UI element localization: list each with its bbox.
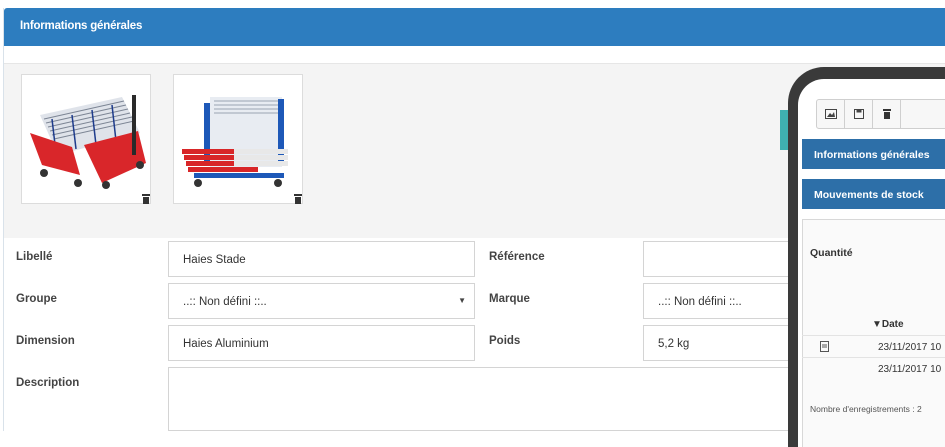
tablet-section-stock[interactable]: Mouvements de stock xyxy=(802,179,945,209)
table-row[interactable]: 23/11/2017 10 xyxy=(802,335,945,357)
groupe-label: Groupe xyxy=(16,293,57,305)
poids-field[interactable]: 5,2 kg xyxy=(643,325,803,361)
description-textarea[interactable] xyxy=(168,367,803,431)
description-label: Description xyxy=(16,377,80,389)
save-button[interactable] xyxy=(845,100,873,128)
image-icon xyxy=(824,109,837,119)
product-image-1[interactable] xyxy=(21,74,151,204)
product-image-2[interactable] xyxy=(173,74,303,204)
tablet-overlay: Informations générales Mouvements de sto… xyxy=(788,67,945,447)
trash-icon xyxy=(882,109,891,119)
table-row[interactable]: 23/11/2017 10 xyxy=(802,357,945,379)
record-count: Nombre d'enregistrements : 2 xyxy=(810,404,922,414)
hurdle-cart-red-image xyxy=(30,95,146,189)
quantite-label: Quantité xyxy=(810,247,853,259)
poids-label: Poids xyxy=(489,335,521,347)
row-date: 23/11/2017 10 xyxy=(878,342,942,353)
libelle-label: Libellé xyxy=(16,251,53,263)
trash-icon[interactable] xyxy=(292,193,304,205)
tablet-toolbar xyxy=(816,99,945,129)
save-icon xyxy=(853,109,864,119)
groupe-select[interactable]: ..:: Non défini ::.. xyxy=(168,283,475,319)
marque-select[interactable]: ..:: Non défini ::.. xyxy=(643,283,803,319)
document-icon[interactable] xyxy=(820,341,829,355)
marque-label: Marque xyxy=(489,293,530,305)
tablet-screen: Informations générales Mouvements de sto… xyxy=(798,79,945,447)
row-date: 23/11/2017 10 xyxy=(878,364,942,375)
panel-header[interactable]: Informations générales xyxy=(4,8,945,46)
delete-button[interactable] xyxy=(873,100,901,128)
libelle-field[interactable]: Haies Stade xyxy=(168,241,475,277)
image-button[interactable] xyxy=(817,100,845,128)
reference-label: Référence xyxy=(489,251,545,263)
panel-subheader xyxy=(4,46,945,64)
date-column-header[interactable]: ▼Date xyxy=(872,319,904,330)
dimension-label: Dimension xyxy=(16,335,75,347)
hurdle-cart-blue-image xyxy=(182,97,288,187)
reference-field[interactable] xyxy=(643,241,803,277)
tablet-section-info[interactable]: Informations générales xyxy=(802,139,945,169)
accent-strip xyxy=(780,110,788,150)
panel-title: Informations générales xyxy=(20,20,143,32)
dimension-field[interactable]: Haies Aluminium xyxy=(168,325,475,361)
trash-icon[interactable] xyxy=(140,193,152,205)
